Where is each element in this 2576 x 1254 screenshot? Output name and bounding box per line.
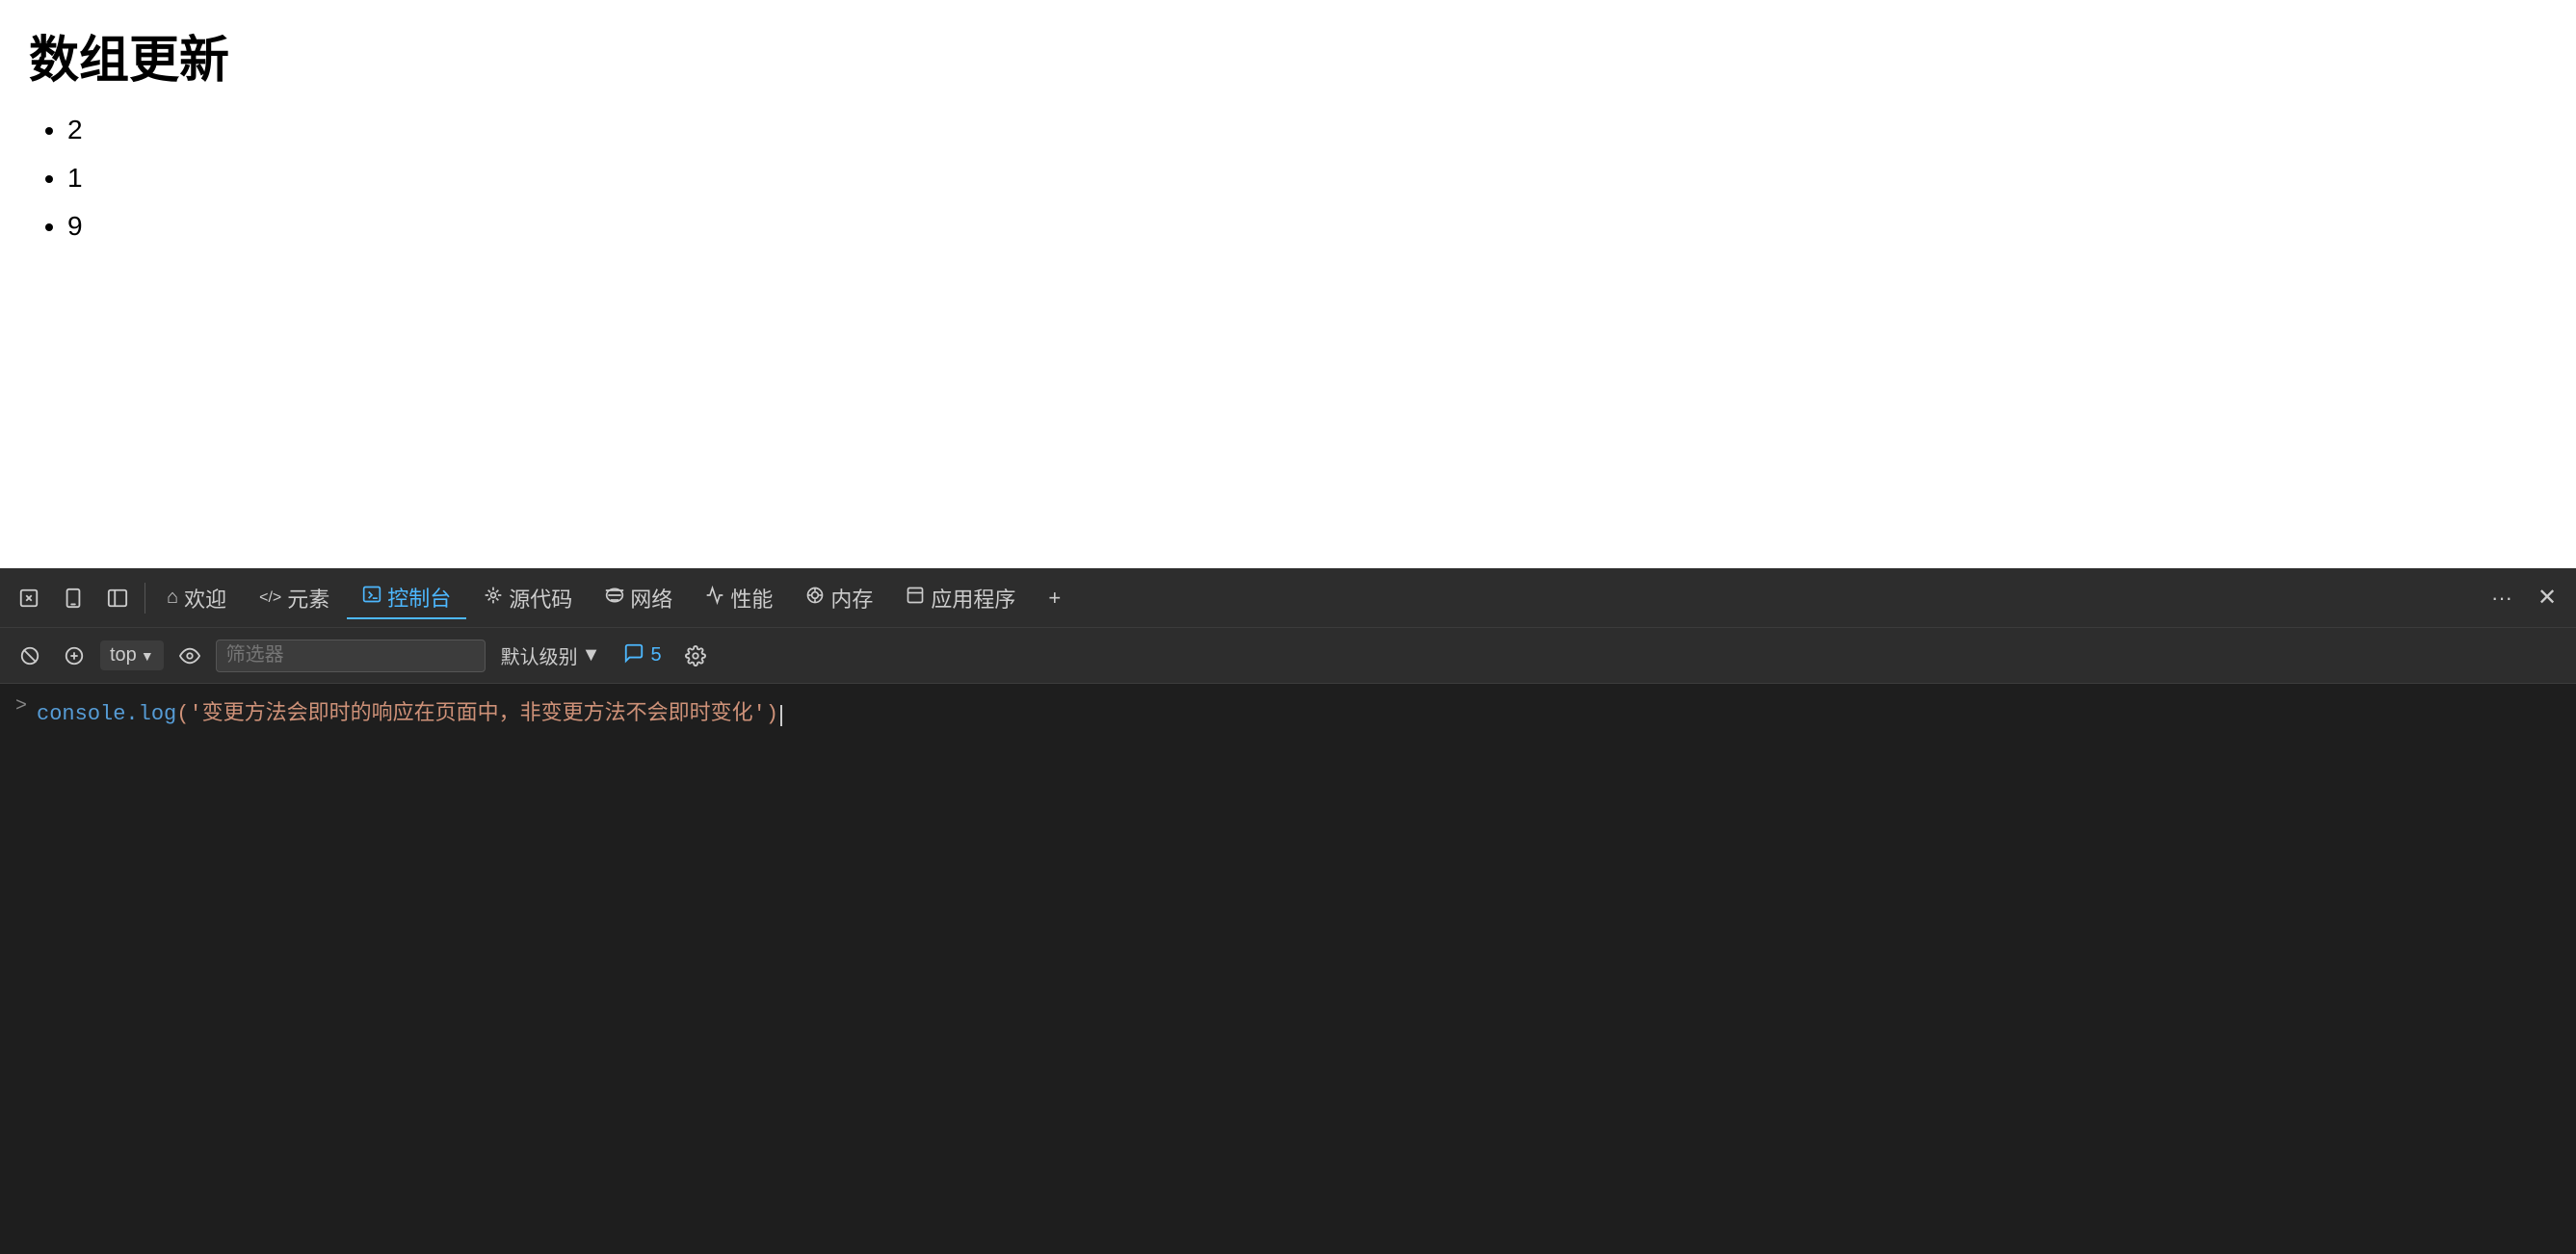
list-item: 9 (67, 211, 2547, 242)
tab-network-label: 网络 (630, 583, 672, 614)
console-args: ('变更方法会即时的响应在页面中，非变更方法不会即时变化') (176, 702, 778, 726)
console-cursor (780, 705, 782, 726)
console-icon (362, 585, 381, 610)
tab-add[interactable]: + (1033, 577, 1076, 619)
tab-console[interactable]: 控制台 (347, 577, 466, 619)
tab-sources[interactable]: 源代码 (468, 577, 588, 619)
eye-button[interactable] (171, 638, 208, 674)
issues-badge[interactable]: 5 (616, 639, 669, 673)
list-item: 1 (67, 163, 2547, 194)
tab-performance[interactable]: 性能 (690, 577, 788, 619)
tab-network[interactable]: 网络 (590, 577, 688, 619)
devtools-toolbar: ⌂ 欢迎 </> 元素 控制台 (0, 568, 2576, 628)
tab-application[interactable]: 应用程序 (890, 577, 1031, 619)
filter-button[interactable] (56, 638, 92, 674)
console-method: console.log (37, 702, 176, 726)
clear-console-button[interactable] (12, 638, 48, 674)
list-item: 2 (67, 115, 2547, 145)
console-settings-button[interactable] (677, 638, 714, 674)
close-devtools-button[interactable]: ✕ (2526, 577, 2568, 619)
filter-input[interactable] (216, 640, 486, 672)
context-value: top (110, 644, 137, 666)
dock-side-button[interactable] (96, 577, 139, 619)
add-tab-icon: + (1048, 586, 1061, 611)
console-expand-arrow[interactable]: > (15, 695, 27, 718)
console-log-text: console.log('变更方法会即时的响应在页面中，非变更方法不会即时变化'… (37, 695, 782, 726)
sources-icon (484, 586, 503, 611)
main-content: 数组更新 2 1 9 (0, 0, 2576, 568)
network-icon (605, 586, 624, 611)
tab-elements[interactable]: </> 元素 (244, 577, 345, 619)
home-icon: ⌂ (167, 587, 178, 609)
tab-performance-label: 性能 (730, 583, 773, 614)
performance-icon (705, 586, 724, 611)
issues-icon (623, 642, 644, 669)
devtools-panel: ⌂ 欢迎 </> 元素 控制台 (0, 568, 2576, 1254)
application-icon (906, 586, 925, 611)
memory-icon (805, 586, 825, 611)
tab-sources-label: 源代码 (509, 583, 572, 614)
inspect-element-button[interactable] (8, 577, 50, 619)
tab-elements-label: 元素 (287, 583, 329, 614)
more-tabs-button[interactable]: ··· (2480, 578, 2524, 618)
page-title: 数组更新 (29, 19, 2547, 91)
tab-memory-label: 内存 (830, 583, 873, 614)
context-dropdown-icon: ▼ (141, 648, 154, 664)
tab-memory[interactable]: 内存 (790, 577, 888, 619)
tab-welcome-label: 欢迎 (184, 583, 226, 614)
list-container: 2 1 9 (29, 115, 2547, 242)
log-level-dropdown-icon: ▼ (582, 644, 601, 666)
console-log-line: > console.log('变更方法会即时的响应在页面中，非变更方法不会即时变… (0, 692, 2576, 730)
context-selector[interactable]: top ▼ (100, 640, 164, 670)
tab-console-label: 控制台 (387, 582, 451, 613)
elements-icon: </> (259, 589, 281, 607)
issues-count: 5 (650, 644, 661, 666)
console-output: > console.log('变更方法会即时的响应在页面中，非变更方法不会即时变… (0, 684, 2576, 1254)
log-level-selector[interactable]: 默认级别 ▼ (493, 638, 609, 673)
log-level-label: 默认级别 (501, 641, 578, 669)
console-toolbar: top ▼ 默认级别 ▼ 5 (0, 628, 2576, 684)
device-toolbar-button[interactable] (52, 577, 94, 619)
tab-application-label: 应用程序 (931, 583, 1015, 614)
tab-welcome[interactable]: ⌂ 欢迎 (151, 577, 242, 619)
